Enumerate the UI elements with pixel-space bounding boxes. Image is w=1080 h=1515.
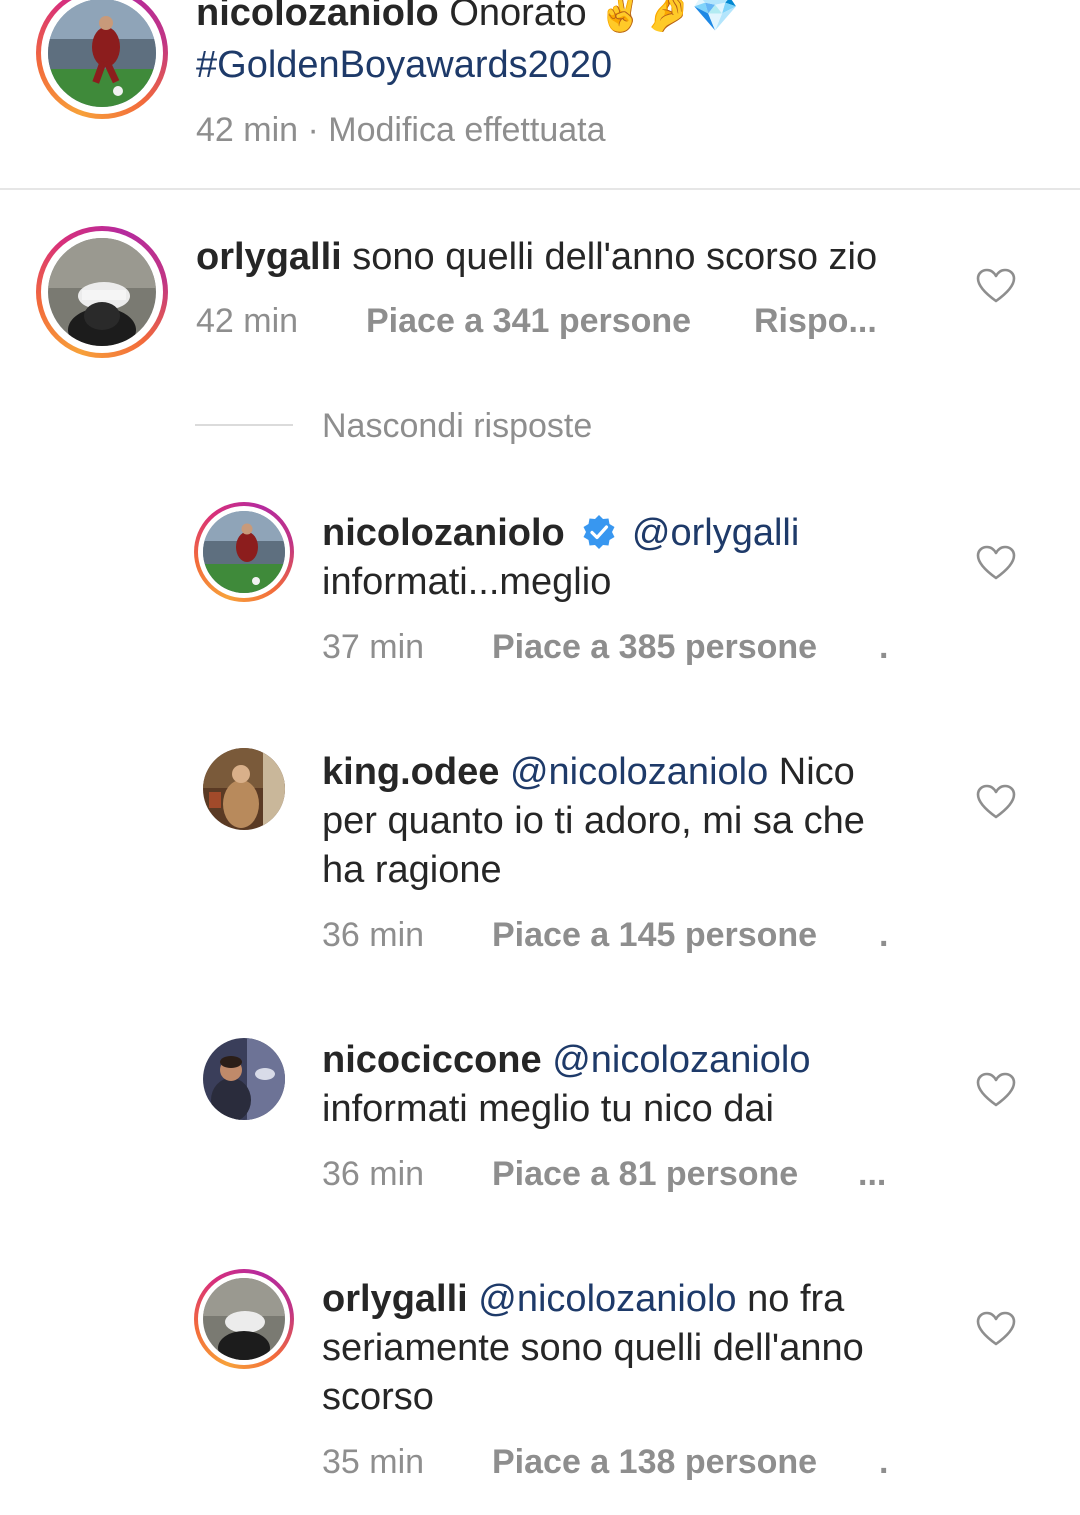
caption-line-1: nicolozaniolo Onorato ✌️🤌💎 [196,0,739,38]
reply-line-3: scorso [322,1376,434,1418]
reply-likes[interactable]: Piace a 385 persone [492,628,817,667]
caption-time: 42 min [196,111,299,149]
reply-line-1: king.odee @nicolozaniolo Nico [322,748,855,797]
reply-mention[interactable]: @nicolozaniolo [478,1278,736,1320]
caption-meta: 42 min · Modifica effettuata [196,111,606,150]
reply-username[interactable]: nicociccone [322,1039,542,1081]
heart-outline-icon[interactable] [976,545,1016,581]
avatar[interactable] [203,748,285,830]
reply-username[interactable]: king.odee [322,751,499,793]
avatar-photo [203,511,285,593]
avatar-photo [203,1278,285,1360]
reply-more-button[interactable]: . [879,1443,888,1482]
avatar-photo [48,238,156,346]
reply-line-2: informati meglio tu nico dai [322,1088,774,1130]
avatar[interactable] [203,1278,285,1360]
reply-mention[interactable]: @orlygalli [632,512,799,554]
reply-time: 36 min [322,916,425,954]
avatar[interactable] [48,238,156,346]
avatar-photo [203,748,285,830]
avatar[interactable] [203,511,285,593]
hide-replies-line [195,424,293,426]
reply-more-button[interactable]: . [879,916,888,955]
reply-button[interactable]: Rispo... [754,302,877,341]
reply-time: 35 min [322,1443,425,1481]
hide-replies-button[interactable]: Nascondi risposte [322,407,592,446]
caption-divider [0,188,1080,190]
heart-outline-icon[interactable] [976,784,1016,820]
verified-badge-icon [583,515,615,549]
reply-likes[interactable]: Piace a 145 persone [492,916,817,955]
caption-text: Onorato [449,0,587,34]
reply-username[interactable]: orlygalli [322,1278,468,1320]
avatar[interactable] [203,1038,285,1120]
caption-separator: · [298,111,329,149]
comment-time: 42 min [196,302,299,340]
caption-hashtag[interactable]: #GoldenBoyawards2020 [196,41,612,90]
reply-mention[interactable]: @nicolozaniolo [552,1039,810,1081]
caption-emojis: ✌️🤌💎 [597,0,740,34]
reply-more-button[interactable]: . [879,628,888,667]
reply-line-2: seriamente sono quelli dell'anno [322,1327,864,1369]
reply-text: no fra [736,1278,845,1320]
reply-more-button[interactable]: ... [858,1155,886,1194]
avatar-photo [203,1038,285,1120]
heart-outline-icon[interactable] [976,268,1016,304]
caption-username[interactable]: nicolozaniolo [196,0,439,34]
caption-edited: Modifica effettuata [328,111,606,149]
reply-likes[interactable]: Piace a 138 persone [492,1443,817,1482]
reply-time: 36 min [322,1155,425,1193]
heart-outline-icon[interactable] [976,1072,1016,1108]
avatar[interactable] [48,0,156,107]
reply-line-1: nicociccone @nicolozaniolo [322,1036,810,1085]
comment-text: sono quelli dell'anno scorso zio [352,236,878,278]
reply-username[interactable]: nicolozaniolo [322,512,565,554]
heart-outline-icon[interactable] [976,1311,1016,1347]
reply-line-1: orlygalli @nicolozaniolo no fra [322,1275,844,1324]
avatar-photo [48,0,156,107]
reply-mention[interactable]: @nicolozaniolo [510,751,768,793]
reply-line-1: nicolozaniolo @orlygalli [322,509,799,558]
reply-line-3: ha ragione [322,849,502,891]
comment-username[interactable]: orlygalli [196,236,342,278]
comment-line-1: orlygalli sono quelli dell'anno scorso z… [196,233,877,282]
comment-likes[interactable]: Piace a 341 persone [366,302,691,341]
reply-text: Nico [768,751,855,793]
reply-likes[interactable]: Piace a 81 persone [492,1155,798,1194]
reply-line-2: per quanto io ti adoro, mi sa che [322,800,865,842]
reply-time: 37 min [322,628,425,666]
reply-line-2: informati...meglio [322,561,612,603]
